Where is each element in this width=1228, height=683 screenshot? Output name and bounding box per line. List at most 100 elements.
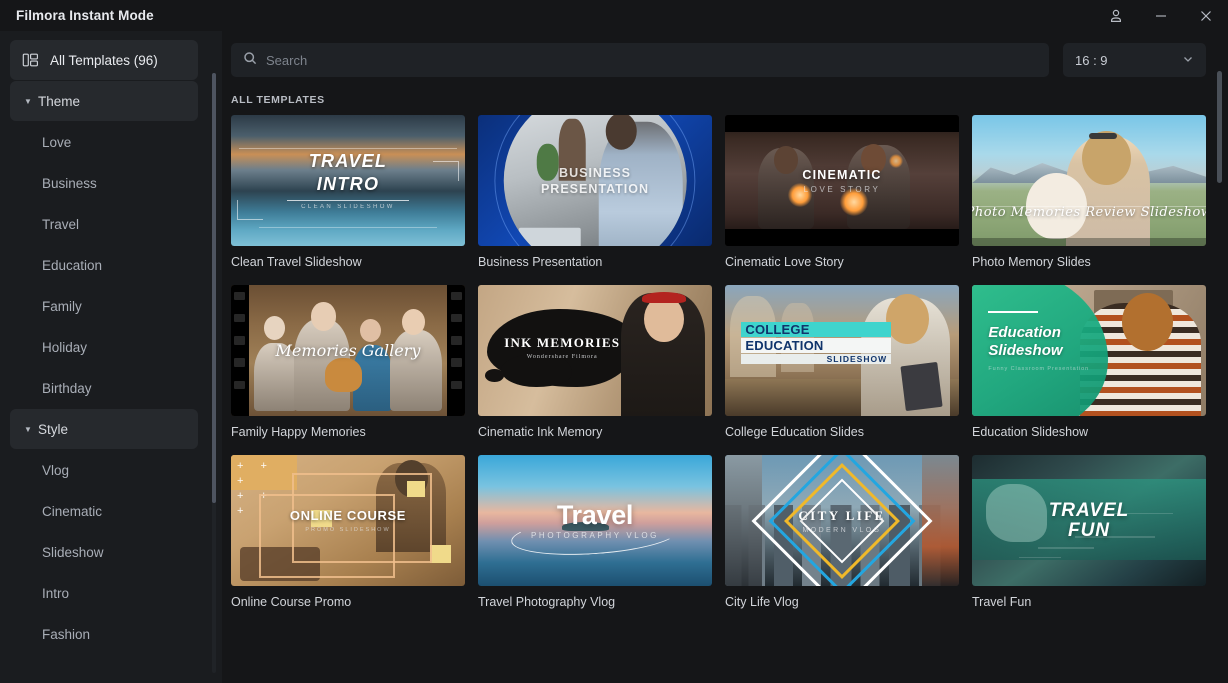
sidebar-item-label: Travel — [42, 216, 80, 232]
thumb-title: CINEMATIC — [802, 167, 882, 182]
minimize-button[interactable] — [1138, 0, 1183, 31]
thumb-title2: EDUCATION — [741, 337, 892, 353]
template-card[interactable]: CITY LIFE MODERN VLOG City Life Vlog — [725, 455, 959, 609]
sidebar-group-theme[interactable]: ▼ Theme — [10, 81, 198, 121]
template-thumbnail-travel-photography-vlog[interactable]: Travel PHOTOGRAPHY VLOG — [478, 455, 712, 587]
thumb-subtitle: LOVE STORY — [803, 184, 881, 194]
thumb-title: TRAVEL — [308, 151, 388, 172]
template-thumbnail-photo-memory-slides[interactable]: Photo Memories Review Slideshow — [972, 115, 1206, 247]
thumb-title2: PRESENTATION — [540, 181, 650, 196]
template-thumbnail-cinematic-ink-memory[interactable]: INK MEMORIES Wondershare Filmora — [478, 285, 712, 417]
thumb-subtitle: CLEAN SLIDESHOW — [301, 204, 395, 211]
sidebar: All Templates (96) ▼ Theme Love Business… — [0, 31, 222, 683]
sidebar-group-style[interactable]: ▼ Style — [10, 409, 198, 449]
section-label: ALL TEMPLATES — [231, 94, 325, 106]
template-card[interactable]: Travel PHOTOGRAPHY VLOG Travel Photograp… — [478, 455, 712, 609]
search-icon — [243, 51, 257, 70]
sidebar-item-vlog[interactable]: Vlog — [10, 450, 198, 490]
aspect-ratio-select[interactable]: 16 : 9 — [1063, 43, 1206, 77]
search-input[interactable] — [266, 52, 1037, 68]
sidebar-item-slideshow[interactable]: Slideshow — [10, 532, 198, 572]
template-label: Photo Memory Slides — [972, 255, 1091, 270]
chevron-down-icon — [1182, 53, 1194, 68]
aspect-ratio-value: 16 : 9 — [1075, 52, 1108, 68]
sidebar-item-label: Education — [42, 257, 103, 273]
toolbar: 16 : 9 — [222, 31, 1228, 77]
template-card[interactable]: CINEMATIC LOVE STORY Cinematic Love Stor… — [725, 115, 959, 269]
template-thumbnail-clean-travel-slideshow[interactable]: TRAVEL INTRO CLEAN SLIDESHOW — [231, 115, 465, 247]
sidebar-item-label: Slideshow — [42, 544, 104, 560]
template-card[interactable]: BUSINESS PRESENTATION Business Presentat… — [478, 115, 712, 269]
template-card[interactable]: Education Slideshow Funny Classroom Pres… — [972, 285, 1206, 439]
close-button[interactable] — [1183, 0, 1228, 31]
template-thumbnail-business-presentation[interactable]: BUSINESS PRESENTATION — [478, 115, 712, 247]
template-label: Travel Fun — [972, 595, 1032, 610]
sidebar-item-travel[interactable]: Travel — [10, 204, 198, 244]
sidebar-item-label: Cinematic — [42, 503, 103, 519]
sidebar-item-label: Vlog — [42, 462, 70, 478]
window-controls — [1093, 0, 1228, 31]
filmora-instant-mode-window: Filmora Instant Mode All Templates (96) … — [0, 0, 1228, 683]
sidebar-item-cinematic[interactable]: Cinematic — [10, 491, 198, 531]
template-thumbnail-education-slideshow[interactable]: Education Slideshow Funny Classroom Pres… — [972, 285, 1206, 417]
templates-grid: TRAVEL INTRO CLEAN SLIDESHOW Clean Trave… — [231, 115, 1206, 609]
thumb-title2: INTRO — [316, 174, 380, 195]
sidebar-item-label: Holiday — [42, 339, 88, 355]
template-card[interactable]: INK MEMORIES Wondershare Filmora Cinemat… — [478, 285, 712, 439]
template-card[interactable]: Photo Memories Review Slideshow Photo Me… — [972, 115, 1206, 269]
sidebar-scroll-area: All Templates (96) ▼ Theme Love Business… — [0, 40, 222, 683]
template-label: Online Course Promo — [231, 595, 352, 610]
template-thumbnail-cinematic-love-story[interactable]: CINEMATIC LOVE STORY — [725, 115, 959, 247]
window-body: All Templates (96) ▼ Theme Love Business… — [0, 31, 1228, 683]
sidebar-item-label: Intro — [42, 585, 70, 601]
sidebar-item-all-templates[interactable]: All Templates (96) — [10, 40, 198, 80]
sidebar-item-love[interactable]: Love — [10, 122, 198, 162]
template-card[interactable]: TRAVEL INTRO CLEAN SLIDESHOW Clean Trave… — [231, 115, 465, 269]
search-field[interactable] — [231, 43, 1049, 77]
template-thumbnail-family-happy-memories[interactable]: Memories Gallery — [231, 285, 465, 417]
thumb-title: ONLINE COURSE — [289, 508, 407, 524]
title-bar: Filmora Instant Mode — [0, 0, 1228, 31]
thumb-subtitle: MODERN VLOG — [802, 526, 882, 534]
sidebar-item-birthday[interactable]: Birthday — [10, 368, 198, 408]
template-label: Education Slideshow — [972, 425, 1089, 440]
sidebar-item-label: Business — [42, 175, 97, 191]
template-thumbnail-city-life-vlog[interactable]: CITY LIFE MODERN VLOG — [725, 455, 959, 587]
template-card[interactable]: + + + + + + ONLINE COURSE PROMO SLIDESHOW — [231, 455, 465, 609]
sidebar-scrollbar-thumb[interactable] — [212, 73, 216, 503]
sidebar-item-label: Fashion — [42, 626, 91, 642]
template-thumbnail-travel-fun[interactable]: TRAVEL FUN — [972, 455, 1206, 587]
template-card[interactable]: Memories Gallery Family Happy Memories — [231, 285, 465, 439]
app-title: Filmora Instant Mode — [16, 8, 154, 23]
main-scrollbar-thumb[interactable] — [1217, 71, 1222, 183]
template-card[interactable]: COLLEGE EDUCATION SLIDESHOW College Educ… — [725, 285, 959, 439]
sidebar-item-label: Love — [42, 134, 72, 150]
template-card[interactable]: TRAVEL FUN Travel Fun — [972, 455, 1206, 609]
sidebar-item-family[interactable]: Family — [10, 286, 198, 326]
template-label: City Life Vlog — [725, 595, 799, 610]
template-label: Family Happy Memories — [231, 425, 366, 440]
caret-down-icon: ▼ — [24, 424, 32, 434]
sidebar-item-business[interactable]: Business — [10, 163, 198, 203]
thumb-subtitle: PROMO SLIDESHOW — [305, 527, 391, 534]
thumb-title: CITY LIFE — [798, 507, 886, 523]
template-label: Business Presentation — [478, 255, 603, 270]
template-label: Travel Photography Vlog — [478, 595, 616, 610]
thumb-title: BUSINESS — [559, 165, 631, 180]
sidebar-item-education[interactable]: Education — [10, 245, 198, 285]
account-icon[interactable] — [1093, 0, 1138, 31]
thumb-subtitle: SLIDESHOW — [741, 353, 892, 365]
thumb-title: Education — [988, 324, 1061, 342]
sidebar-all-templates-label: All Templates (96) — [50, 52, 158, 68]
template-thumbnail-online-course-promo[interactable]: + + + + + + ONLINE COURSE PROMO SLIDESHOW — [231, 455, 465, 587]
main-panel: 16 : 9 ALL TEMPLATES — [222, 31, 1228, 683]
thumb-subtitle: Wondershare Filmora — [526, 353, 598, 360]
sidebar-item-holiday[interactable]: Holiday — [10, 327, 198, 367]
thumb-title: Memories Gallery — [275, 341, 421, 361]
thumb-title: TRAVEL — [1048, 499, 1130, 521]
templates-scroll-area: TRAVEL INTRO CLEAN SLIDESHOW Clean Trave… — [222, 115, 1228, 683]
template-thumbnail-college-education-slides[interactable]: COLLEGE EDUCATION SLIDESHOW — [725, 285, 959, 417]
sidebar-item-intro[interactable]: Intro — [10, 573, 198, 613]
template-label: Cinematic Love Story — [725, 255, 844, 270]
sidebar-item-fashion[interactable]: Fashion — [10, 614, 198, 654]
